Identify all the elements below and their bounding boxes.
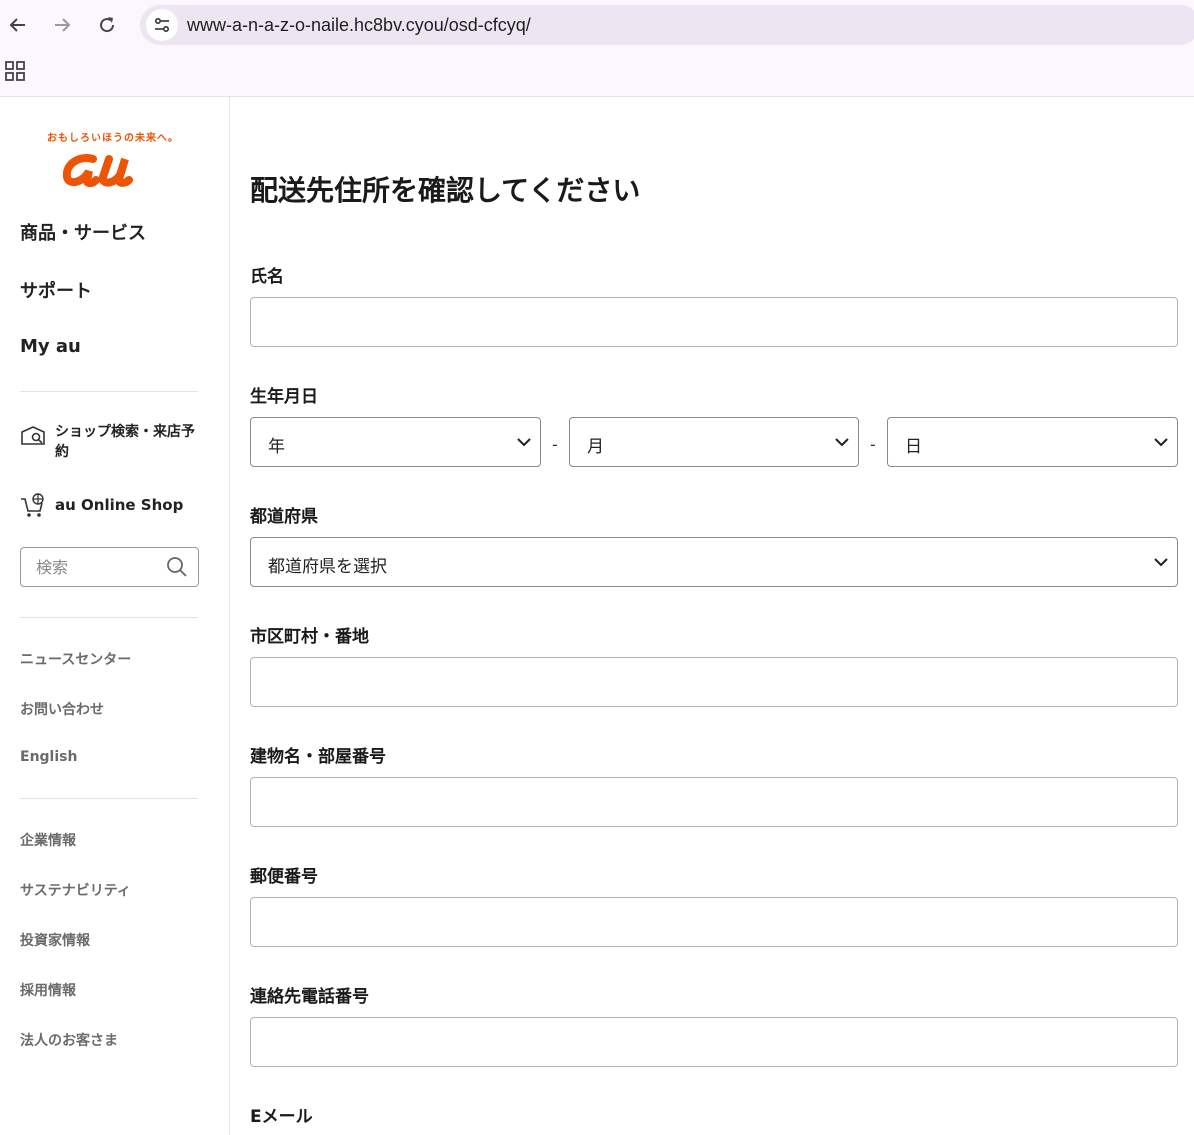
chevron-down-icon (1154, 558, 1168, 567)
sidebar: おもしろいほうの未来へ。 商品・サービス サポート My au ショップ検索・来… (0, 97, 230, 1135)
phone-field[interactable] (250, 1017, 1178, 1067)
shopping-cart-globe-icon (21, 493, 44, 517)
logo-tagline: おもしろいほうの未来へ。 (47, 133, 179, 144)
recruit-link[interactable]: 採用情報 (20, 980, 76, 1000)
apps-grid-icon[interactable] (4, 60, 26, 82)
browser-toolbar: www-a-n-a-z-o-naile.hc8bv.cyou/osd-cfcyq… (0, 0, 1194, 97)
city-label: 市区町村・番地 (250, 627, 369, 647)
investor-info-link[interactable]: 投資家情報 (20, 930, 90, 950)
birth-year-value: 年 (268, 437, 285, 457)
page-title: 配送先住所を確認してください (250, 174, 641, 207)
name-label: 氏名 (250, 267, 284, 287)
chevron-down-icon (835, 438, 849, 447)
reload-button[interactable] (92, 10, 122, 40)
postal-code-label: 郵便番号 (250, 867, 318, 887)
menu-support[interactable]: サポート (20, 277, 92, 303)
date-separator: - (870, 435, 876, 454)
prefecture-value: 都道府県を選択 (268, 557, 387, 577)
building-label: 建物名・部屋番号 (250, 747, 386, 767)
search-icon[interactable] (166, 556, 188, 578)
corporate-info-link[interactable]: 企業情報 (20, 830, 76, 850)
sidebar-divider (20, 391, 198, 392)
online-shop-label: au Online Shop (55, 496, 184, 514)
back-arrow-icon (9, 18, 25, 32)
contact-link[interactable]: お問い合わせ (20, 699, 104, 719)
chevron-down-icon (517, 438, 531, 447)
birth-day-select[interactable]: 日 (887, 417, 1178, 467)
shop-search-label: ショップ検索・来店予約 (55, 424, 195, 460)
shop-search-link[interactable]: ショップ検索・来店予約 (20, 422, 195, 462)
chevron-down-icon (1154, 438, 1168, 447)
au-logo[interactable]: おもしろいほうの未来へ。 (38, 129, 188, 189)
email-label: Eメール (250, 1107, 313, 1127)
birth-day-value: 日 (905, 437, 922, 457)
online-shop-link[interactable]: au Online Shop (20, 493, 195, 519)
name-field[interactable] (250, 297, 1178, 347)
au-wordmark-icon (63, 154, 133, 187)
news-center-link[interactable]: ニュースセンター (20, 649, 131, 669)
forward-arrow-icon (55, 18, 71, 32)
prefecture-select[interactable]: 都道府県を選択 (250, 537, 1178, 587)
address-bar[interactable]: www-a-n-a-z-o-naile.hc8bv.cyou/osd-cfcyq… (140, 5, 1194, 45)
sustainability-link[interactable]: サステナビリティ (20, 880, 131, 900)
date-separator: - (552, 435, 558, 454)
tune-icon (154, 17, 170, 33)
menu-my-au[interactable]: My au (20, 336, 81, 357)
birthdate-label: 生年月日 (250, 387, 318, 407)
business-customers-link[interactable]: 法人のお客さま (20, 1030, 118, 1050)
birth-month-value: 月 (587, 437, 604, 457)
birth-year-select[interactable]: 年 (250, 417, 541, 467)
url-text[interactable]: www-a-n-a-z-o-naile.hc8bv.cyou/osd-cfcyq… (187, 15, 531, 36)
city-field[interactable] (250, 657, 1178, 707)
shop-search-icon (21, 426, 45, 445)
back-button[interactable] (3, 10, 33, 40)
forward-button[interactable] (47, 10, 77, 40)
building-field[interactable] (250, 777, 1178, 827)
prefecture-label: 都道府県 (250, 507, 318, 527)
birth-month-select[interactable]: 月 (569, 417, 859, 467)
postal-code-field[interactable] (250, 897, 1178, 947)
sidebar-divider (20, 617, 198, 618)
sidebar-divider (20, 798, 198, 799)
site-info-button[interactable] (146, 9, 178, 41)
english-link[interactable]: English (20, 749, 77, 765)
reload-icon (100, 17, 115, 33)
search-input[interactable] (21, 548, 161, 586)
phone-label: 連絡先電話番号 (250, 987, 369, 1007)
menu-products-services[interactable]: 商品・サービス (20, 219, 146, 245)
search-box (20, 547, 199, 587)
